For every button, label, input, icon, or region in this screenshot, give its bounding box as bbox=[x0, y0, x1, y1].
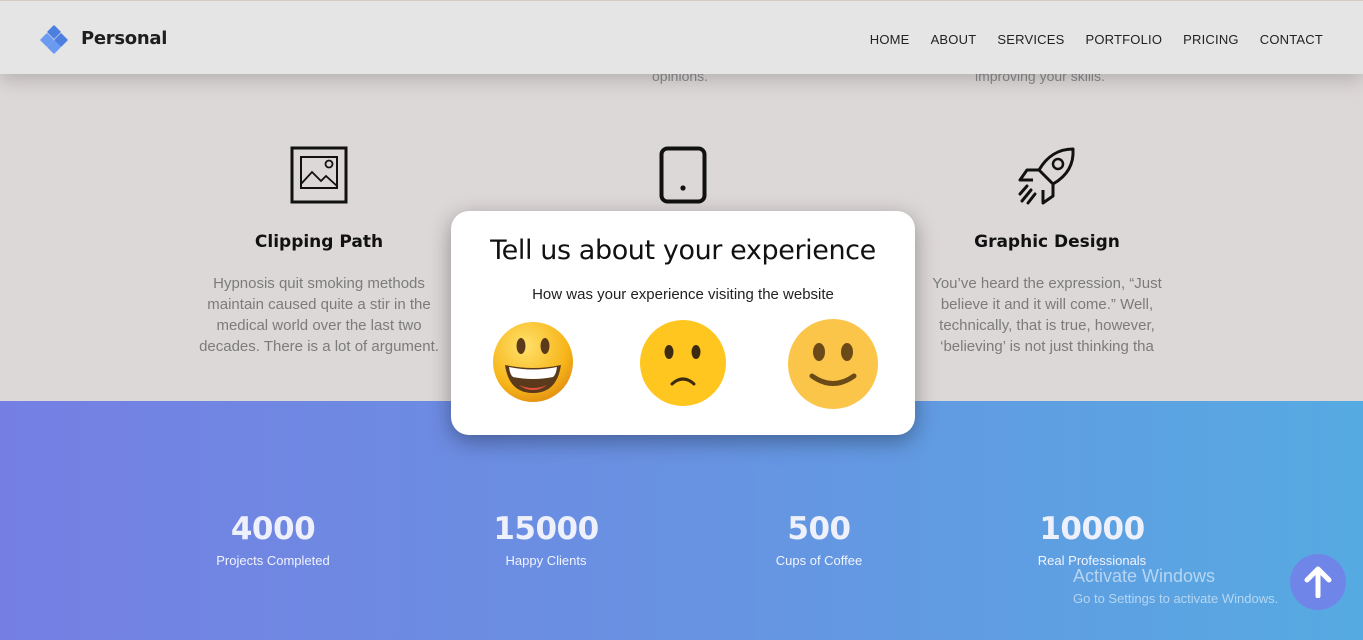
watermark-title: Activate Windows bbox=[1073, 566, 1216, 586]
smiling-face-icon[interactable] bbox=[788, 319, 878, 413]
stat-value: 10000 bbox=[1039, 511, 1145, 547]
main-nav: HOME ABOUT SERVICES PORTFOLIO PRICING CO… bbox=[870, 32, 1323, 47]
nav-about[interactable]: ABOUT bbox=[931, 32, 977, 47]
logo-icon[interactable] bbox=[39, 24, 70, 55]
stat-label: Projects Completed bbox=[216, 553, 330, 568]
brand-name[interactable]: Personal bbox=[81, 28, 167, 49]
service-title: Graphic Design bbox=[974, 232, 1120, 252]
modal-subtitle: How was your experience visiting the web… bbox=[532, 286, 834, 303]
modal-title: Tell us about your experience bbox=[490, 235, 876, 266]
service-text: You’ve heard the expression, “Just belie… bbox=[932, 275, 1162, 355]
stat-value: 15000 bbox=[493, 511, 599, 547]
frowning-face-icon[interactable] bbox=[639, 319, 727, 411]
service-text: Hypnosis quit smoking methods maintain c… bbox=[199, 275, 439, 355]
watermark-subtitle: Go to Settings to activate Windows. bbox=[1073, 591, 1279, 606]
arrow-up-icon bbox=[1304, 566, 1332, 598]
scroll-to-top-button[interactable] bbox=[1290, 554, 1346, 610]
stat-label: Cups of Coffee bbox=[775, 553, 863, 568]
stat-item: 10000 Real Professionals bbox=[982, 511, 1202, 568]
nav-contact[interactable]: CONTACT bbox=[1260, 32, 1323, 47]
nav-home[interactable]: HOME bbox=[870, 32, 910, 47]
service-title: Clipping Path bbox=[254, 232, 384, 252]
stat-value: 500 bbox=[787, 511, 851, 547]
tablet-icon bbox=[659, 146, 707, 208]
stat-label: Happy Clients bbox=[505, 553, 587, 568]
stat-item: 15000 Happy Clients bbox=[436, 511, 656, 568]
rocket-icon bbox=[1017, 146, 1077, 210]
nav-portfolio[interactable]: PORTFOLIO bbox=[1085, 32, 1162, 47]
nav-pricing[interactable]: PRICING bbox=[1183, 32, 1239, 47]
image-frame-icon bbox=[290, 146, 348, 208]
grinning-face-icon[interactable] bbox=[491, 319, 575, 409]
activate-windows-watermark: Activate Windows Go to Settings to activ… bbox=[1073, 566, 1278, 606]
site-header: Personal HOME ABOUT SERVICES PORTFOLIO P… bbox=[0, 0, 1363, 74]
nav-services[interactable]: SERVICES bbox=[997, 32, 1064, 47]
stat-value: 4000 bbox=[230, 511, 316, 547]
stat-item: 4000 Projects Completed bbox=[163, 511, 383, 568]
stat-item: 500 Cups of Coffee bbox=[709, 511, 929, 568]
feedback-modal: Tell us about your experience How was yo… bbox=[451, 211, 915, 435]
